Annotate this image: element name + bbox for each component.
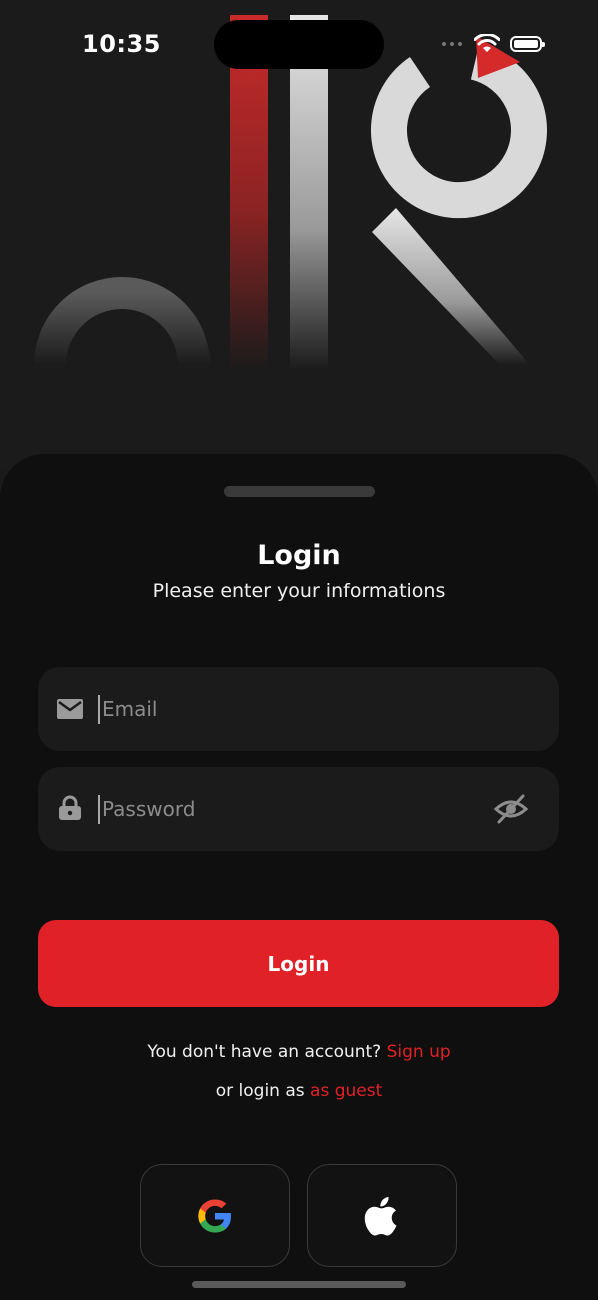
email-field[interactable] [38,667,559,751]
page-title: Login [257,540,341,571]
apple-login-button[interactable] [307,1164,457,1267]
text-caret [98,695,100,724]
login-sheet: Login Please enter your informations Log… [0,454,598,1300]
dynamic-island [214,20,384,69]
signal-dots-icon [442,40,464,48]
home-indicator [192,1281,406,1288]
status-bar: 10:35 [0,0,598,90]
mail-icon [57,699,83,719]
guest-link[interactable]: as guest [310,1081,382,1101]
email-input[interactable] [102,667,482,751]
login-button[interactable]: Login [38,920,559,1007]
wifi-icon [474,34,500,52]
status-icons [442,34,545,54]
lock-icon [59,795,81,820]
signup-prompt: You don't have an account? [147,1042,382,1062]
guest-prompt: or login as [215,1081,305,1101]
password-input[interactable] [102,767,482,851]
google-login-button[interactable] [140,1164,290,1267]
password-field[interactable] [38,767,559,851]
guest-line: or login as as guest [0,1081,598,1101]
apple-icon [364,1196,397,1235]
battery-icon [510,36,545,52]
sheet-grabber[interactable] [224,486,375,497]
status-time: 10:35 [82,30,161,58]
google-icon [198,1199,231,1232]
page-subtitle: Please enter your informations [152,580,446,602]
signup-link[interactable]: Sign up [387,1042,451,1062]
text-caret [98,795,100,824]
eye-off-icon[interactable] [493,793,529,825]
signup-line: You don't have an account? Sign up [0,1042,598,1062]
